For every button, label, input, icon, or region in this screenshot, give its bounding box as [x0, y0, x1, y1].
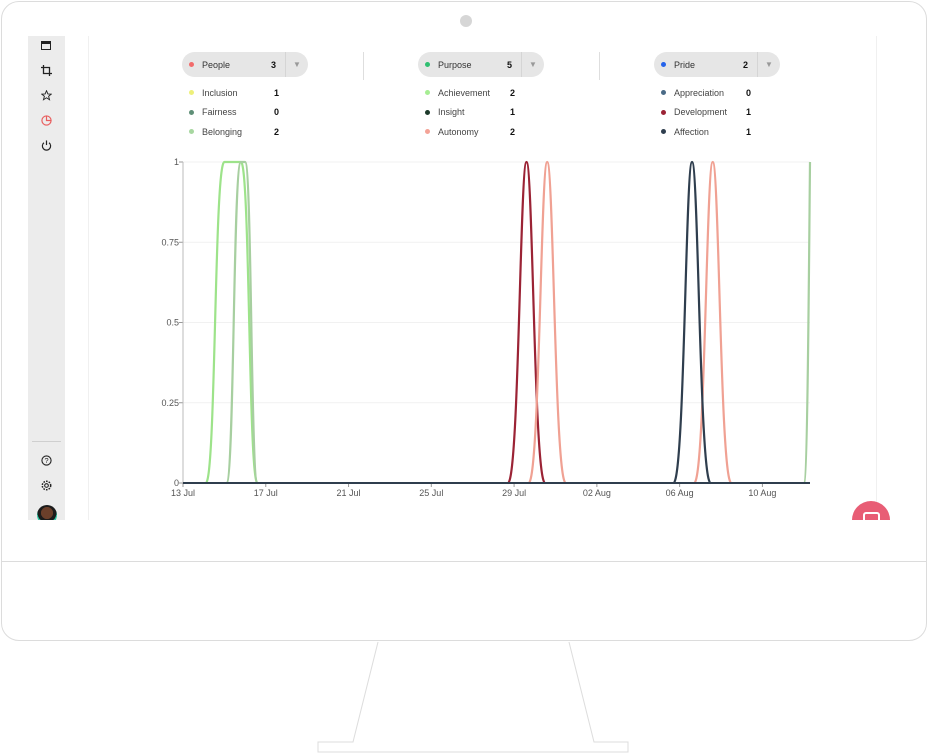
- y-tick-label: 0.5: [166, 318, 179, 328]
- x-tick-label: 17 Jul: [254, 488, 278, 498]
- x-tick-label: 02 Aug: [583, 488, 611, 498]
- y-tick-label: 1: [174, 157, 179, 167]
- x-tick-label: 06 Aug: [666, 488, 694, 498]
- x-tick-label: 13 Jul: [171, 488, 195, 498]
- camera-dot: [460, 15, 472, 27]
- x-tick-label: 29 Jul: [502, 488, 526, 498]
- y-tick-label: 0: [174, 478, 179, 488]
- x-tick-label: 21 Jul: [337, 488, 361, 498]
- chat-icon: [862, 511, 880, 520]
- y-tick-label: 0.75: [161, 237, 179, 247]
- x-tick-label: 10 Aug: [748, 488, 776, 498]
- app-screen: ? People 3 ▼ Inclusion 1 Fairness 0 Belong…: [28, 36, 899, 520]
- y-tick-label: 0.25: [161, 398, 179, 408]
- x-tick-label: 25 Jul: [419, 488, 443, 498]
- monitor-stand: [317, 641, 629, 753]
- trend-chart: 0 0.25 0.5 0.75 1 13 Jul 17 Jul 21 Jul 25 Jul 29 …: [161, 157, 812, 498]
- monitor-chin-divider: [1, 561, 927, 562]
